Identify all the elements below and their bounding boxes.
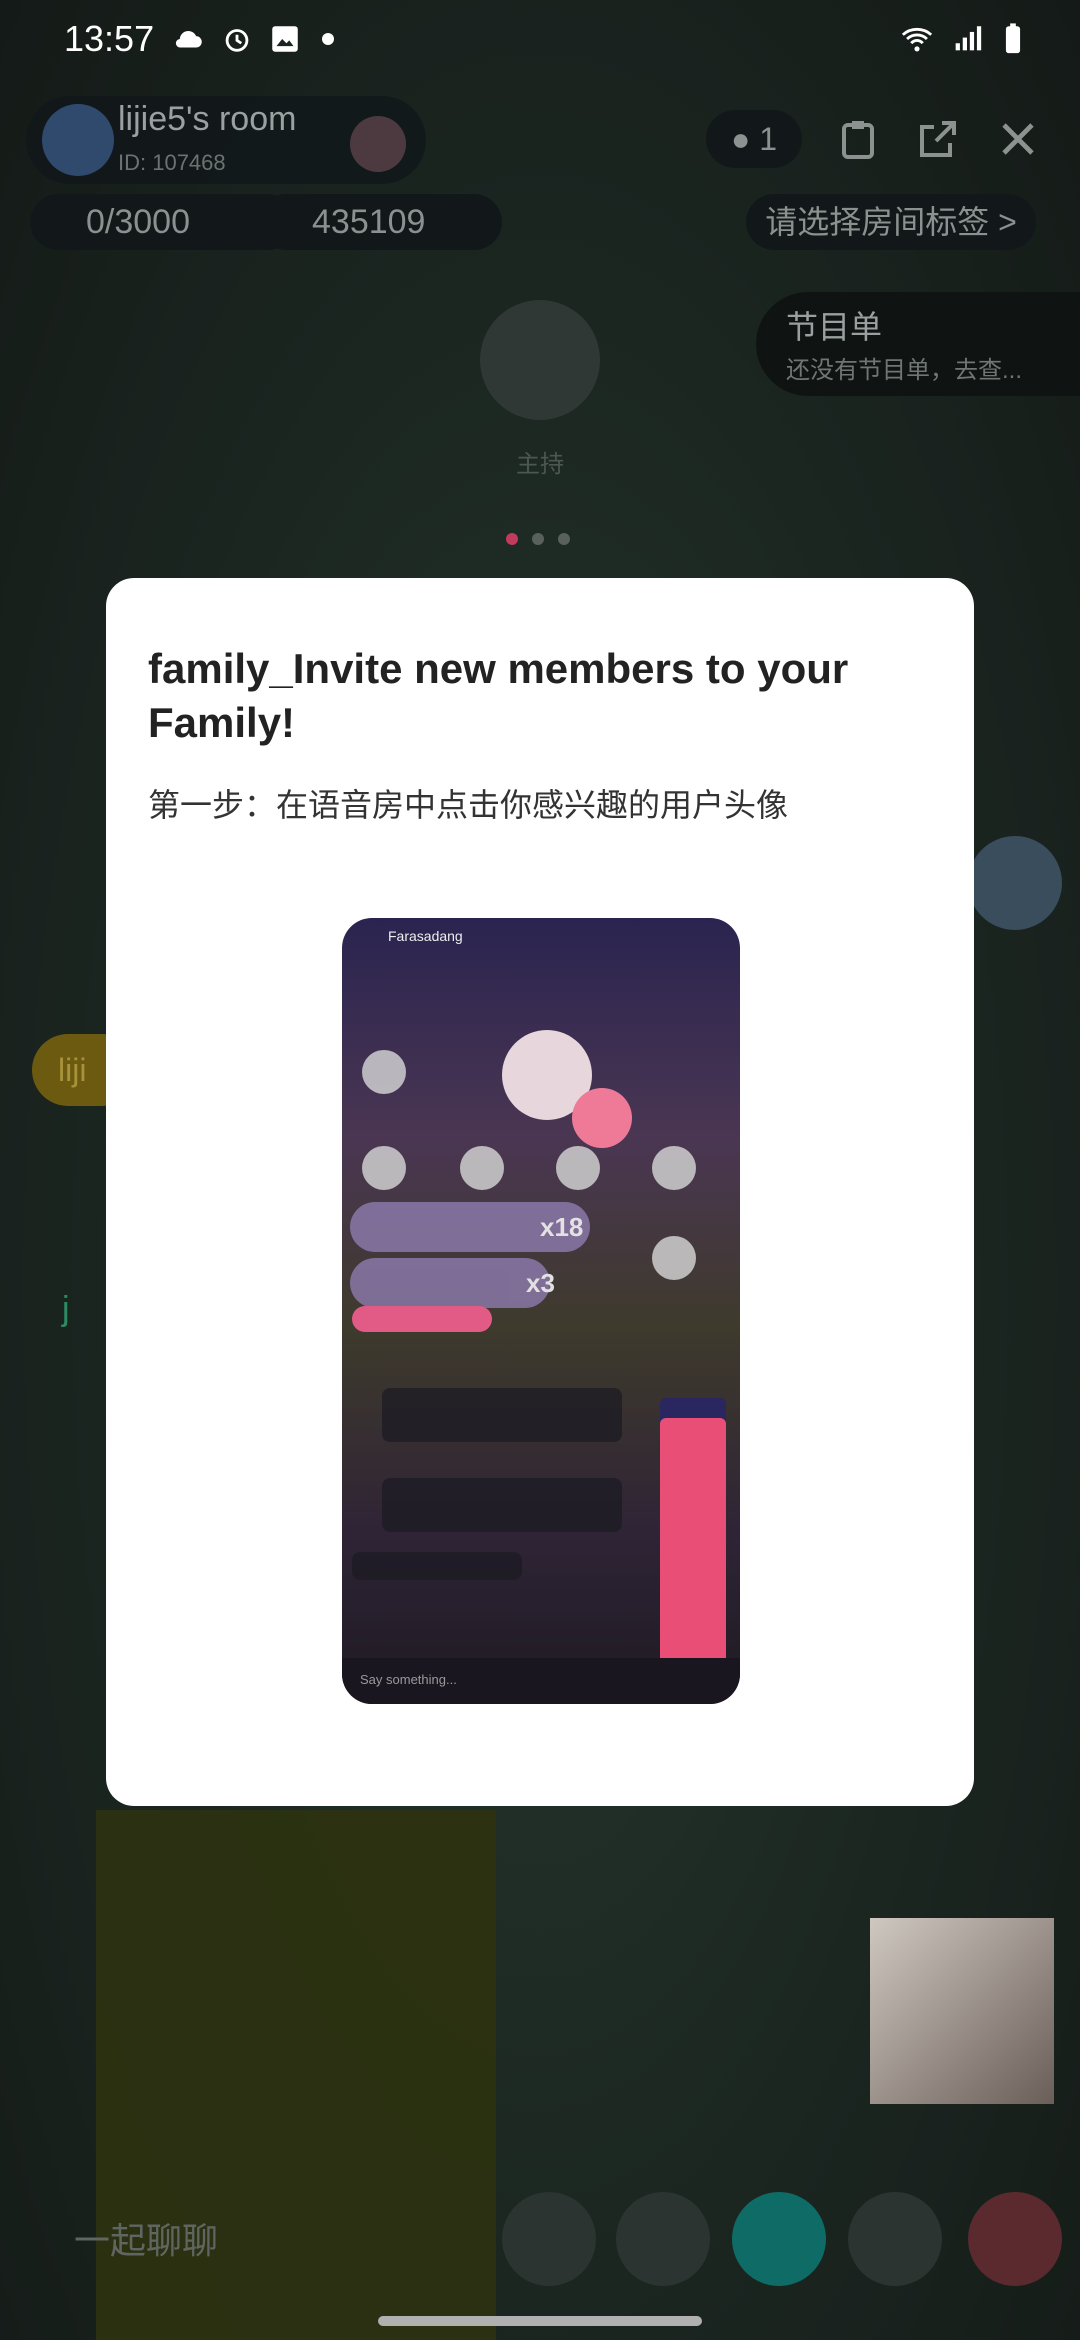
room-avatar[interactable]	[42, 104, 114, 176]
home-indicator[interactable]	[378, 2316, 702, 2326]
dialog-step-text: 第一步：在语音房中点击你感兴趣的用户头像	[148, 787, 789, 823]
online-users-button[interactable]: ● 1	[706, 110, 802, 168]
room-tag-selector[interactable]: 请选择房间标签 >	[746, 194, 1036, 250]
status-time: 13:57	[64, 18, 155, 59]
tap-hand-icon	[572, 1088, 632, 1148]
preview-notice-pill	[352, 1306, 492, 1332]
preview-seat	[460, 1146, 504, 1190]
tutorial-screenshot: Farasadang x18 x3 Say something...	[342, 918, 740, 1704]
preview-seat	[556, 1146, 600, 1190]
star-value: 435109	[312, 203, 426, 241]
mic-icon[interactable]	[616, 2192, 710, 2286]
preview-seat	[362, 1050, 406, 1094]
online-user-count: 1	[759, 121, 777, 157]
hot-value-pill[interactable]: 0/3000	[30, 194, 296, 250]
preview-seat	[362, 1146, 406, 1190]
clipboard-icon[interactable]	[834, 110, 882, 168]
share-icon[interactable]	[914, 110, 962, 168]
dialog-title: family_Invite new members to your Family…	[148, 645, 849, 746]
gift-combo-2: x3	[350, 1258, 555, 1308]
host-seat[interactable]	[480, 300, 600, 420]
preview-chat-placeholder: Say something...	[360, 1672, 457, 1687]
game-icon[interactable]	[732, 2192, 826, 2286]
gift-icon[interactable]	[968, 2192, 1062, 2286]
activity-icon[interactable]	[968, 836, 1062, 930]
program-title: 节目单	[786, 309, 883, 345]
alarm-icon	[225, 29, 249, 52]
program-subtitle: 还没有节目单，去查...	[786, 357, 1023, 384]
chat-left-char: j	[62, 1290, 70, 1328]
star-value-pill[interactable]: 435109	[258, 194, 502, 250]
members-icon[interactable]	[502, 2192, 596, 2286]
chat-input-placeholder[interactable]: 一起聊聊	[74, 2212, 218, 2264]
family-invite-dialog: family_Invite new members to your Family…	[106, 578, 974, 1806]
gift-combo-1: x18	[350, 1202, 590, 1252]
preview-seat	[652, 1146, 696, 1190]
preview-message	[382, 1388, 622, 1442]
status-bar: 13:57	[0, 0, 1080, 80]
room-level-badge[interactable]	[350, 116, 406, 172]
signal-icon	[955, 26, 982, 51]
page-indicator	[506, 532, 584, 550]
room-name: lijie5's room	[118, 100, 297, 138]
dot-icon	[322, 33, 334, 45]
battery-icon	[1005, 23, 1021, 54]
room-id: ID: 107468	[118, 150, 226, 175]
user-icon: ●	[730, 121, 751, 157]
image-icon	[272, 26, 298, 52]
preview-room-name: Farasadang	[388, 928, 463, 944]
preview-bottom-bar: Say something...	[342, 1658, 740, 1704]
preview-seat	[652, 1236, 696, 1280]
gift-combo-1-count: x18	[540, 1212, 584, 1242]
host-label: 主持	[516, 451, 564, 478]
close-icon[interactable]	[994, 110, 1042, 168]
preview-message	[352, 1552, 522, 1580]
preview-message	[382, 1478, 622, 1532]
preview-header: Farasadang	[342, 918, 740, 968]
gift-combo-2-count: x3	[526, 1268, 555, 1298]
promo-photo[interactable]	[870, 1918, 1054, 2104]
wifi-icon	[901, 27, 933, 52]
hot-value: 0/3000	[86, 203, 190, 241]
cloud-icon	[175, 31, 202, 48]
program-list-panel[interactable]: 节目单 还没有节目单，去查...	[756, 292, 1080, 396]
menu-icon[interactable]	[848, 2192, 942, 2286]
